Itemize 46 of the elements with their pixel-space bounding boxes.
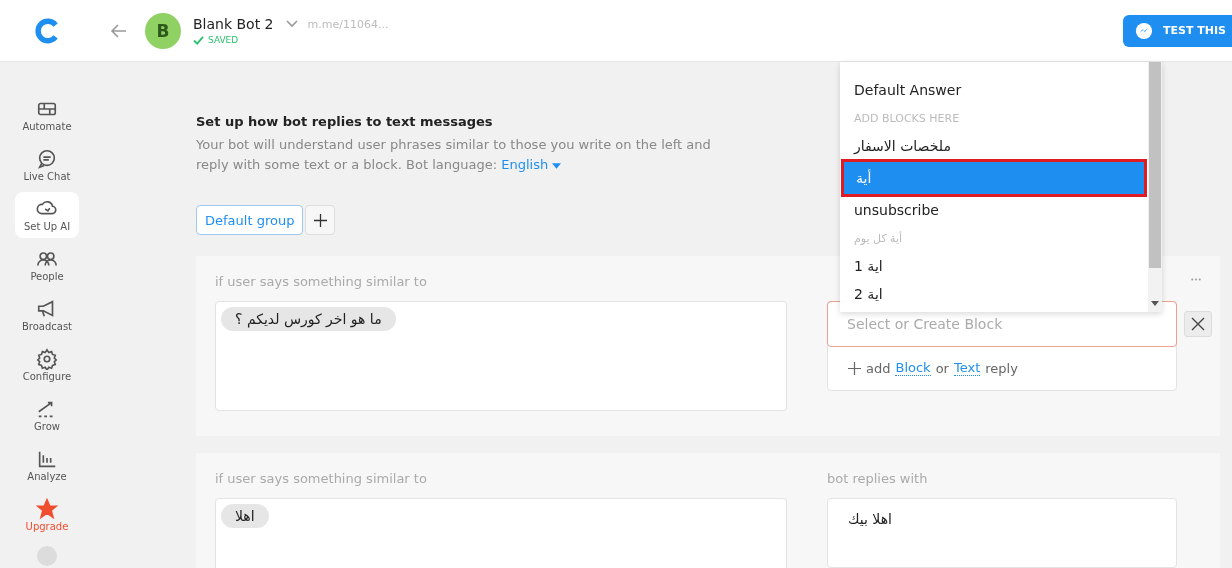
sidebar-item[interactable]: People	[15, 242, 79, 288]
dropdown-option[interactable]: اية 1	[842, 252, 1146, 280]
sidebar-item[interactable]: Live Chat	[15, 142, 79, 188]
bot-name[interactable]: Blank Bot 2	[193, 16, 274, 32]
scroll-down-arrow-icon[interactable]	[1151, 301, 1159, 306]
phrase-chip[interactable]: اهلا	[221, 504, 269, 528]
chat-bubble-icon	[36, 148, 58, 170]
dropdown-option[interactable]: Default Answer	[842, 76, 1146, 104]
plus-icon	[848, 361, 861, 375]
dropdown-option[interactable]: unsubscribe	[842, 196, 1146, 224]
section-title: Set up how bot replies to text messages	[196, 114, 493, 129]
sidebar-item[interactable]: Analyze	[15, 442, 79, 488]
rule-label: if user says something similar to	[215, 471, 428, 488]
dropdown-group-header: أية كل يوم	[853, 230, 904, 247]
rule-label: bot replies with	[827, 471, 929, 488]
sidebar-item[interactable]: Broadcast	[15, 292, 79, 338]
sidebar-item[interactable]: Set Up AI	[15, 192, 79, 238]
saved-status: SAVED	[208, 35, 239, 45]
reply-text-field[interactable]: اهلا بيك	[827, 498, 1177, 568]
add-label: or	[935, 360, 949, 376]
star-icon	[36, 498, 58, 520]
close-icon	[1191, 317, 1205, 331]
scrollbar[interactable]	[1148, 62, 1162, 312]
phrases-field[interactable]: اهلا	[215, 498, 787, 568]
sidebar-item[interactable]: Automate	[15, 92, 79, 138]
close-button[interactable]	[1184, 311, 1212, 337]
plus-icon	[313, 213, 327, 227]
rule-label: if user says something similar to	[215, 274, 428, 291]
chevron-down-icon[interactable]	[285, 20, 298, 28]
messenger-icon	[1135, 21, 1153, 40]
sidebar-item[interactable]: Configure	[15, 342, 79, 388]
add-group-button[interactable]	[305, 205, 336, 235]
check-icon	[193, 35, 204, 45]
phrase-chip[interactable]: ما هو اخر كورس لديكم ؟	[221, 307, 396, 331]
sidebar-item[interactable]: Grow	[15, 392, 79, 438]
caret-icon	[552, 163, 562, 169]
dropdown-option[interactable]: ملخصات الاسفار	[842, 132, 1146, 160]
settings-icon	[36, 348, 58, 370]
logo-icon[interactable]	[35, 17, 61, 44]
more-icon[interactable]	[1190, 278, 1202, 281]
bot-avatar: B	[145, 12, 181, 49]
add-label: reply	[985, 360, 1018, 376]
add-label: add	[866, 360, 891, 376]
phrases-field[interactable]: ما هو اخر كورس لديكم ؟	[215, 301, 787, 411]
dropdown-group-header: ADD BLOCKS HERE	[853, 110, 961, 127]
section-description: Your bot will understand user phrases similar to those you write on the left and reply with some text or a block. Bot language: English	[196, 136, 712, 174]
